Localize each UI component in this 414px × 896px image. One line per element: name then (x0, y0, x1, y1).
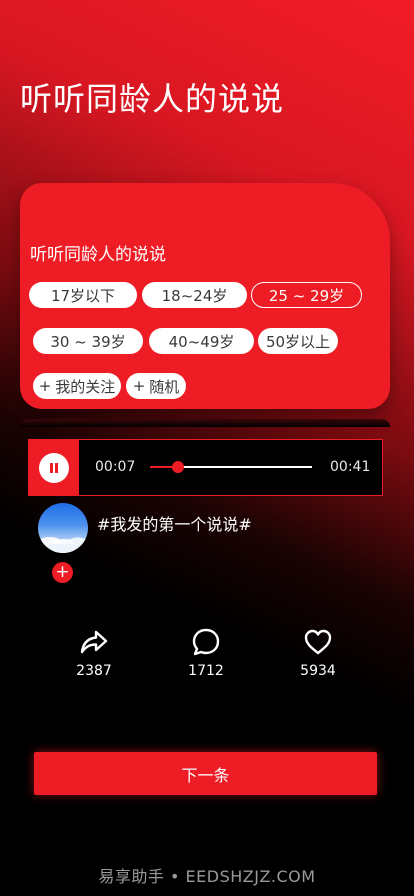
chip-label: 我的关注 (55, 377, 116, 396)
chip-label: 18~24岁 (161, 286, 228, 305)
chip-label: 30 ~ 39岁 (50, 332, 126, 351)
total-time: 00:41 (330, 459, 371, 475)
comment-count: 1712 (188, 663, 224, 679)
avatar[interactable] (38, 503, 88, 553)
chip-label: 随机 (149, 377, 180, 396)
chip-my-follows[interactable]: + 我的关注 (33, 373, 121, 399)
next-button[interactable]: 下一条 (34, 752, 377, 795)
chip-random[interactable]: + 随机 (126, 373, 186, 399)
chip-age-18-24[interactable]: 18~24岁 (142, 282, 247, 308)
chip-label: 25 ~ 29岁 (268, 286, 345, 305)
page-title: 听听同龄人的说说 (20, 80, 285, 118)
watermark: 易享助手 • EEDSHZJZ.COM (98, 867, 316, 886)
chip-label: 17岁以下 (50, 286, 116, 305)
chip-label: 50岁以上 (265, 332, 331, 351)
like-count: 5934 (300, 663, 336, 679)
chip-age-40-49[interactable]: 40~49岁 (149, 328, 254, 354)
plus-icon: + (132, 377, 146, 395)
chip-label: 40~49岁 (168, 332, 235, 351)
post-text: #我发的第一个说说# (97, 515, 252, 534)
share-icon[interactable] (79, 627, 109, 657)
chip-age-30-39[interactable]: 30 ~ 39岁 (33, 328, 143, 354)
plus-icon: + (55, 562, 70, 582)
pause-button[interactable] (39, 453, 69, 483)
follow-button[interactable]: + (52, 562, 73, 583)
chip-age-25-29[interactable]: 25 ~ 29岁 (251, 282, 362, 308)
sky-clouds-image (38, 537, 88, 553)
current-time: 00:07 (95, 459, 136, 475)
comment-icon[interactable] (191, 627, 221, 657)
plus-icon: + (38, 377, 52, 395)
filter-card-title: 听听同龄人的说说 (30, 245, 166, 265)
progress-handle[interactable] (171, 461, 184, 473)
heart-icon[interactable] (303, 627, 333, 657)
pause-icon (50, 463, 58, 473)
chip-age-under-17[interactable]: 17岁以下 (29, 282, 137, 308)
next-button-label: 下一条 (181, 765, 230, 785)
section-divider (20, 419, 390, 427)
share-count: 2387 (76, 663, 112, 679)
chip-age-50-plus[interactable]: 50岁以上 (258, 328, 338, 354)
